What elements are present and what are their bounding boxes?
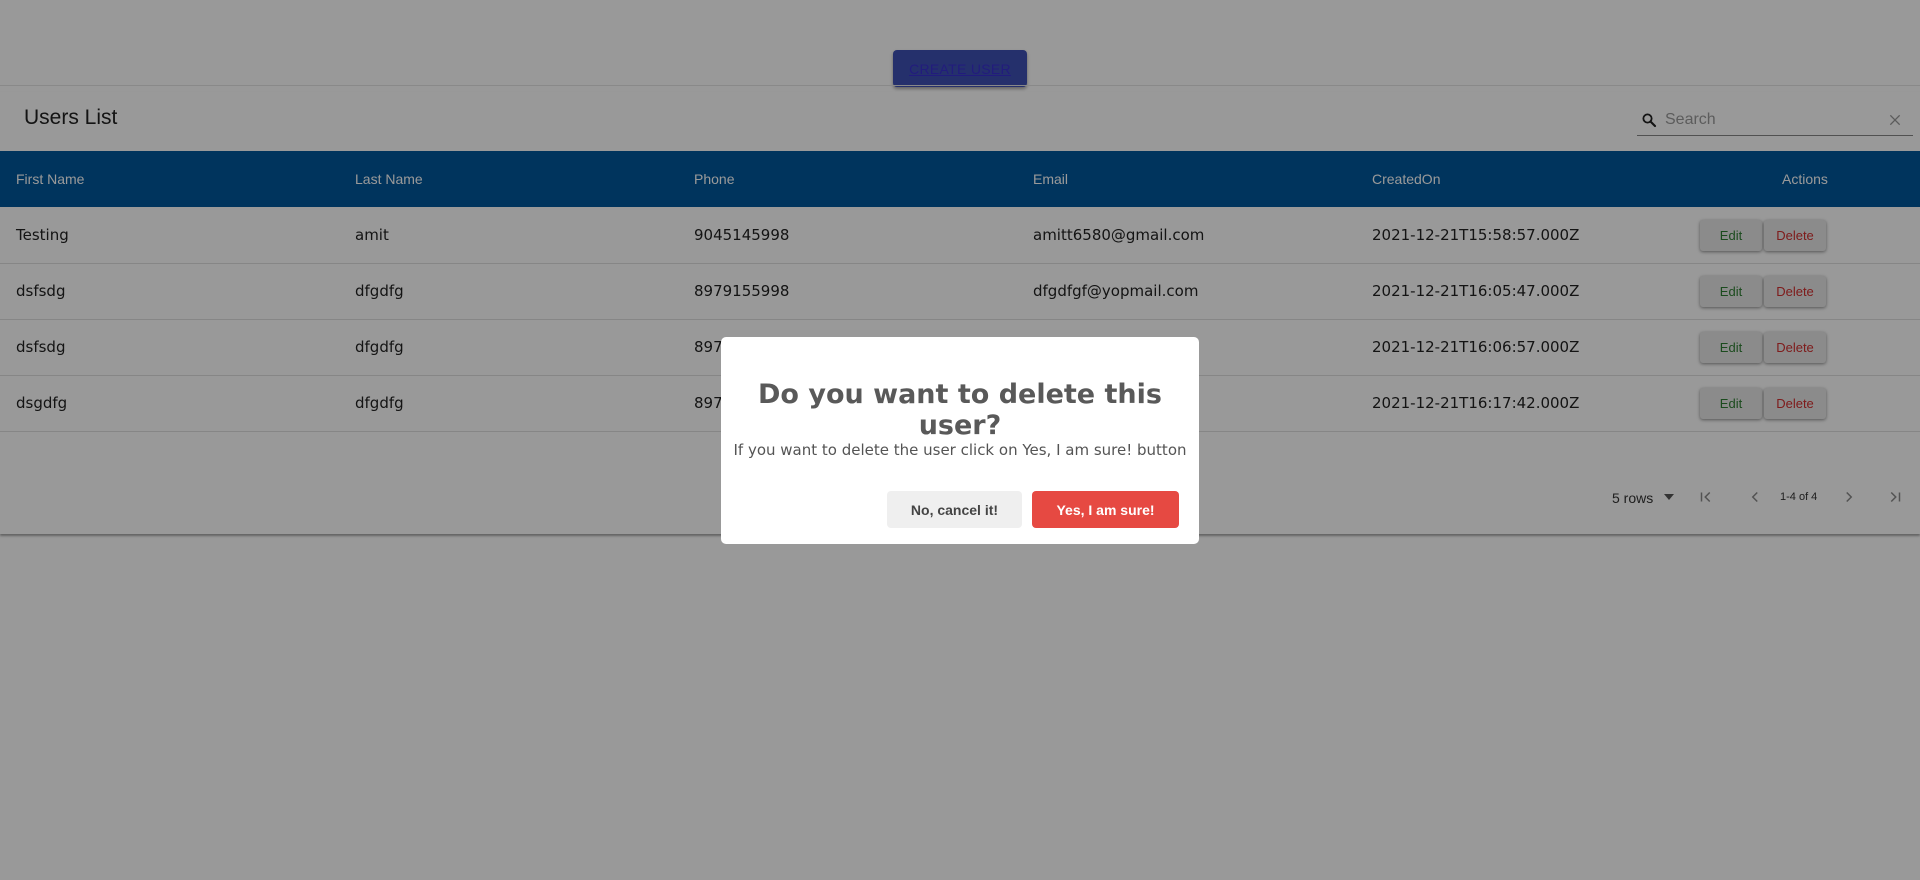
dialog-message: If you want to delete the user click on … xyxy=(733,441,1187,459)
page: CREATE USER Users List First Name Last N… xyxy=(0,0,1920,880)
dialog-title: Do you want to delete this user? xyxy=(758,379,1162,441)
confirm-delete-button[interactable]: Yes, I am sure! xyxy=(1032,491,1179,528)
cancel-button[interactable]: No, cancel it! xyxy=(887,491,1022,528)
delete-confirm-dialog: Do you want to delete this user? If you … xyxy=(721,337,1199,544)
